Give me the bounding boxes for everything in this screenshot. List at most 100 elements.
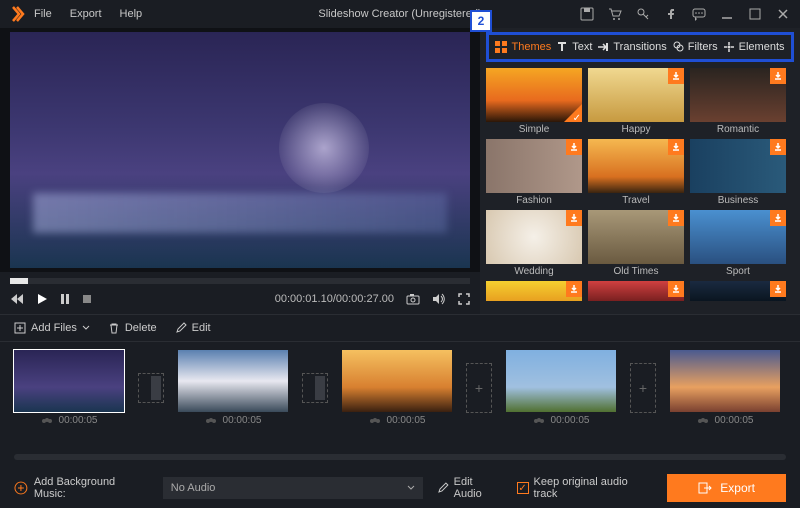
- theme-more-1[interactable]: [486, 281, 582, 301]
- filter-dots-icon: [41, 416, 53, 426]
- stop-button[interactable]: [82, 294, 92, 304]
- play-button[interactable]: [36, 293, 48, 305]
- tab-transitions-label: Transitions: [613, 41, 666, 53]
- add-files-button[interactable]: Add Files: [14, 322, 90, 334]
- filter-dots-icon: [533, 416, 545, 426]
- menu-file[interactable]: File: [34, 8, 52, 20]
- filters-icon: [672, 41, 684, 53]
- timeline: 00:00:05 00:00:05 00:00:05 + 00:00:05 + …: [0, 342, 800, 446]
- filter-dots-icon: [369, 416, 381, 426]
- theme-sport[interactable]: Sport: [690, 210, 786, 277]
- preview-frame[interactable]: [10, 32, 470, 268]
- download-icon[interactable]: [668, 281, 684, 297]
- menu-export[interactable]: Export: [70, 8, 102, 20]
- step-badge: 2: [470, 10, 492, 32]
- tab-text[interactable]: Text: [556, 41, 592, 53]
- tab-transitions[interactable]: Transitions: [597, 41, 666, 53]
- side-panel: 2 Themes Text Transitions Filters Elemen…: [480, 28, 800, 314]
- tab-elements-label: Elements: [739, 41, 785, 53]
- themes-grid: Simple Happy Romantic Fashion Travel Bus…: [480, 68, 800, 314]
- tab-filters-label: Filters: [688, 41, 718, 53]
- plus-icon: [14, 322, 26, 334]
- app-logo-icon: [10, 6, 26, 22]
- theme-wedding[interactable]: Wedding: [486, 210, 582, 277]
- download-icon[interactable]: [668, 210, 684, 226]
- delete-button[interactable]: Delete: [108, 322, 157, 334]
- export-icon: [698, 482, 712, 494]
- download-icon[interactable]: [668, 68, 684, 84]
- theme-more-2[interactable]: [588, 281, 684, 301]
- export-button[interactable]: Export: [667, 474, 786, 502]
- preview-area: [0, 28, 480, 272]
- clip-3[interactable]: 00:00:05: [342, 350, 452, 426]
- feedback-icon[interactable]: [692, 7, 706, 21]
- facebook-icon[interactable]: [664, 7, 678, 21]
- app-title: Slideshow Creator (Unregistered): [318, 8, 481, 20]
- theme-travel[interactable]: Travel: [588, 139, 684, 206]
- download-icon[interactable]: [668, 139, 684, 155]
- filter-dots-icon: [697, 416, 709, 426]
- snapshot-button[interactable]: [406, 293, 420, 305]
- minimize-icon[interactable]: [720, 7, 734, 21]
- edit-button[interactable]: Edit: [175, 322, 211, 334]
- download-icon[interactable]: [770, 281, 786, 297]
- clip-1[interactable]: 00:00:05: [14, 350, 124, 426]
- transition-slot-4[interactable]: +: [630, 363, 656, 413]
- titlebar: File Export Help Slideshow Creator (Unre…: [0, 0, 800, 28]
- transition-slot-3[interactable]: +: [466, 363, 492, 413]
- pencil-icon: [175, 322, 187, 334]
- window-controls: [580, 7, 790, 21]
- key-icon[interactable]: [636, 7, 650, 21]
- clip-5[interactable]: 00:00:05: [670, 350, 780, 426]
- trash-icon: [108, 322, 120, 334]
- menu-help[interactable]: Help: [120, 8, 143, 20]
- theme-more-3[interactable]: [690, 281, 786, 301]
- filter-dots-icon: [205, 416, 217, 426]
- maximize-icon[interactable]: [748, 7, 762, 21]
- download-icon[interactable]: [566, 210, 582, 226]
- download-icon[interactable]: [770, 139, 786, 155]
- volume-button[interactable]: [432, 293, 446, 305]
- seek-bar[interactable]: [10, 278, 470, 284]
- transitions-icon: [597, 41, 609, 53]
- time-display: 00:00:01.10/00:00:27.00: [275, 293, 394, 305]
- tab-themes[interactable]: Themes: [495, 41, 551, 53]
- pause-button[interactable]: [60, 293, 70, 305]
- theme-romantic[interactable]: Romantic: [690, 68, 786, 135]
- fullscreen-button[interactable]: [458, 293, 470, 305]
- rewind-button[interactable]: [10, 293, 24, 305]
- download-icon[interactable]: [770, 210, 786, 226]
- clip-4[interactable]: 00:00:05: [506, 350, 616, 426]
- download-icon[interactable]: [566, 139, 582, 155]
- player-controls: 00:00:01.10/00:00:27.00: [0, 284, 480, 314]
- theme-simple[interactable]: Simple: [486, 68, 582, 135]
- cart-icon[interactable]: [608, 7, 622, 21]
- clip-2[interactable]: 00:00:05: [178, 350, 288, 426]
- theme-business[interactable]: Business: [690, 139, 786, 206]
- side-tabbar: Themes Text Transitions Filters Elements: [486, 32, 794, 62]
- keep-audio-checkbox[interactable]: ✓ Keep original audio track: [517, 476, 654, 500]
- theme-happy[interactable]: Happy: [588, 68, 684, 135]
- audio-select[interactable]: No Audio: [163, 477, 423, 499]
- theme-fashion[interactable]: Fashion: [486, 139, 582, 206]
- close-icon[interactable]: [776, 7, 790, 21]
- clip-toolbar: Add Files Delete Edit: [0, 314, 800, 342]
- tab-filters[interactable]: Filters: [672, 41, 718, 53]
- timeline-scrollbar[interactable]: [14, 454, 786, 460]
- tab-themes-label: Themes: [511, 41, 551, 53]
- chevron-down-icon: [82, 325, 90, 331]
- chevron-down-icon: [407, 485, 415, 491]
- save-icon[interactable]: [580, 7, 594, 21]
- download-icon[interactable]: [566, 281, 582, 297]
- tab-elements[interactable]: Elements: [723, 41, 785, 53]
- elements-icon: [723, 41, 735, 53]
- transition-slot-2[interactable]: [302, 363, 328, 413]
- download-icon[interactable]: [770, 68, 786, 84]
- add-music-button[interactable]: Add Background Music:: [14, 476, 149, 500]
- bottom-bar: Add Background Music: No Audio Edit Audi…: [0, 470, 800, 506]
- check-icon: [564, 104, 582, 122]
- themes-icon: [495, 41, 507, 53]
- edit-audio-button[interactable]: Edit Audio: [437, 476, 503, 500]
- transition-slot-1[interactable]: [138, 363, 164, 413]
- theme-oldtimes[interactable]: Old Times: [588, 210, 684, 277]
